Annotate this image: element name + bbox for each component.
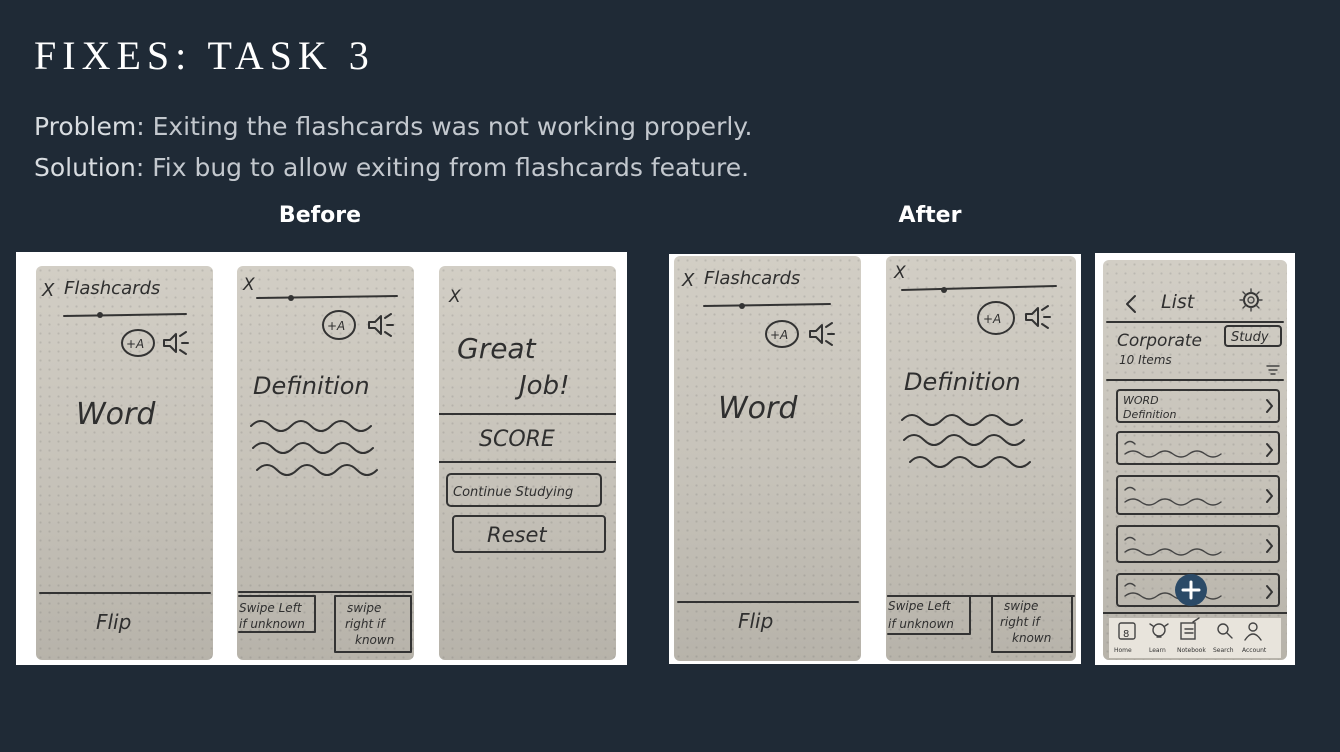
add-button[interactable]	[1175, 574, 1207, 606]
nav-label-account: Account	[1242, 647, 1267, 654]
swipe-right-line1: swipe	[347, 601, 381, 615]
svg-text:WORD: WORD	[1123, 394, 1159, 407]
swipe-right-line2: right if	[1000, 615, 1041, 629]
before-heading: Before	[278, 203, 362, 228]
sketch-definition-card-after: X +A Definition Swipe Left if unknown sw…	[886, 256, 1076, 661]
speaker-icon	[163, 331, 189, 355]
close-icon: X	[41, 280, 55, 301]
list-count: 10 Items	[1119, 353, 1172, 367]
speaker-icon	[1025, 305, 1051, 329]
close-icon: X	[242, 275, 255, 295]
nav-label-home: Home	[1114, 647, 1132, 654]
nav-label-search: Search	[1213, 647, 1234, 654]
job-text: Job!	[514, 371, 570, 401]
definition-text: Definition	[253, 372, 370, 400]
definition-text: Definition	[904, 368, 1021, 396]
sketch-list-screen: List Corporate Study 10 Items WORD Defin…	[1103, 260, 1287, 660]
sketch-great-job-screen: X Great Job! SCORE Continue Studying Res…	[439, 266, 616, 660]
nav-label-learn: Learn	[1149, 647, 1166, 654]
speaker-icon	[809, 322, 835, 346]
after-sketches-panel: X Flashcards +A Word Flip X +A Definitio…	[669, 254, 1081, 664]
sketch-definition-card-before: X +A Definition Swipe Left if unknown sw…	[237, 266, 414, 660]
font-size-icon: +A	[765, 320, 799, 348]
speaker-icon	[368, 313, 394, 337]
nav-label-notebook: Notebook	[1177, 647, 1206, 654]
font-size-icon: +A	[121, 329, 155, 357]
swipe-left-line2: if unknown	[239, 617, 305, 631]
close-icon: X	[681, 270, 695, 291]
swipe-left-line2: if unknown	[888, 617, 954, 631]
slide-title: FIXES: TASK 3	[34, 33, 375, 78]
swipe-right-line1: swipe	[1004, 599, 1038, 613]
sketch-word-card-after: X Flashcards +A Word Flip	[674, 256, 861, 661]
swipe-right-line3: known	[1012, 631, 1051, 645]
after-heading: After	[898, 203, 962, 228]
font-size-icon: +A	[322, 310, 356, 340]
flip-button: Flip	[738, 609, 773, 633]
swipe-right-line3: known	[355, 633, 394, 647]
close-icon: X	[893, 263, 906, 283]
after-list-panel: List Corporate Study 10 Items WORD Defin…	[1095, 253, 1295, 665]
back-chevron-icon	[1126, 295, 1136, 313]
svg-text:+A: +A	[983, 312, 1001, 326]
calendar-icon: 8	[1123, 629, 1129, 640]
before-sketches-panel: X Flashcards +A Word Flip X +A Definitio	[16, 252, 627, 665]
list-item	[1116, 475, 1280, 515]
close-icon: X	[448, 287, 461, 307]
filter-icon	[1266, 365, 1280, 375]
problem-text: : Exiting the flashcards was not working…	[136, 112, 753, 141]
solution-text: : Fix bug to allow exiting from flashcar…	[135, 153, 750, 182]
svg-text:Continue Studying: Continue Studying	[453, 485, 573, 500]
list-item: WORD Definition	[1116, 389, 1280, 423]
svg-text:+A: +A	[327, 319, 345, 333]
solution-statement: Solution: Fix bug to allow exiting from …	[34, 153, 749, 182]
flashcards-title: Flashcards	[704, 268, 800, 289]
swipe-right-line2: right if	[345, 617, 386, 631]
great-text: Great	[457, 332, 537, 365]
problem-statement: Problem: Exiting the flashcards was not …	[34, 112, 752, 141]
gear-icon	[1239, 288, 1263, 312]
score-text: SCORE	[479, 427, 555, 452]
word-text: Word	[718, 391, 798, 426]
sketch-word-card-before: X Flashcards +A Word Flip	[36, 266, 213, 660]
swipe-left-line1: Swipe Left	[888, 599, 952, 613]
list-item	[1116, 525, 1280, 563]
svg-text:+A: +A	[126, 337, 144, 351]
flip-button: Flip	[96, 610, 131, 634]
svg-text:Definition: Definition	[1123, 408, 1176, 421]
word-text: Word	[76, 397, 156, 432]
flashcards-title: Flashcards	[64, 278, 160, 299]
svg-text:Reset: Reset	[487, 523, 547, 547]
list-item	[1116, 431, 1280, 465]
swipe-left-line1: Swipe Left	[239, 601, 303, 615]
solution-label: Solution	[34, 153, 136, 182]
font-size-icon: +A	[977, 301, 1015, 335]
svg-text:+A: +A	[770, 328, 788, 342]
problem-label: Problem	[34, 112, 137, 141]
list-name: Corporate	[1117, 331, 1202, 351]
svg-text:Study: Study	[1231, 330, 1269, 345]
list-title: List	[1161, 291, 1196, 313]
